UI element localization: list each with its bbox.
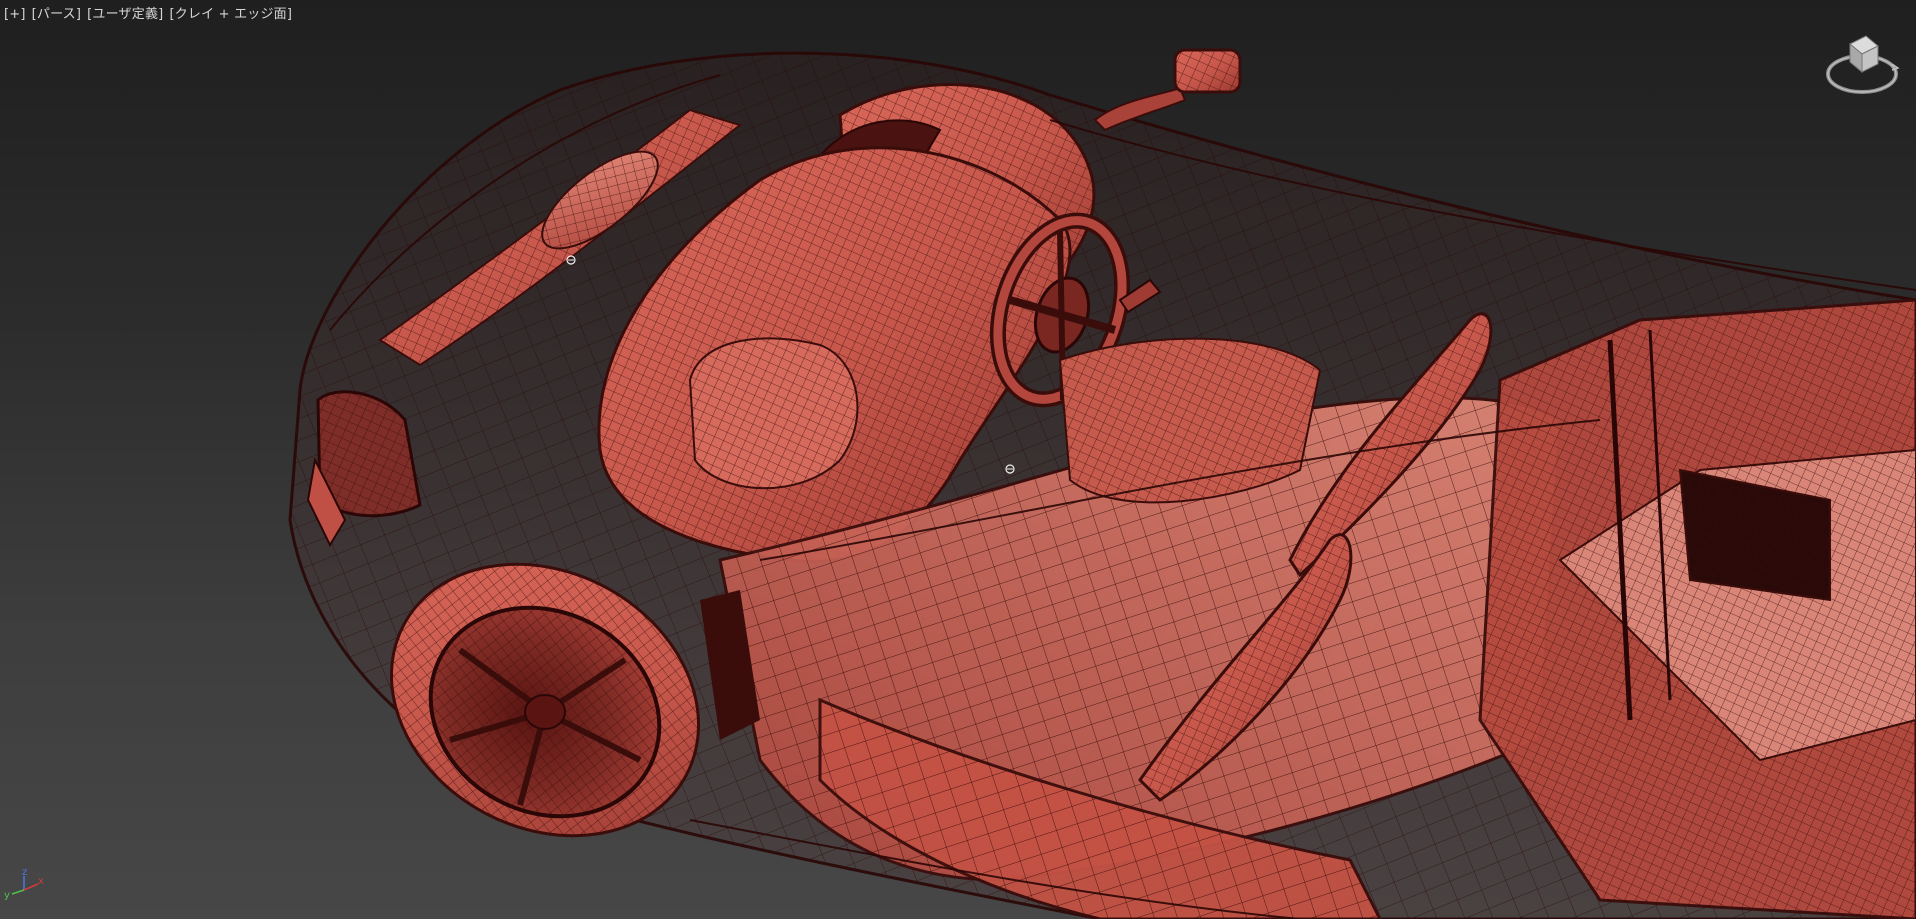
viewport-display-mode-menu[interactable]: [クレイ + エッジ面] <box>169 7 292 23</box>
viewport-shading-preset-menu[interactable]: [ユーザ定義] <box>87 7 163 23</box>
side-mirror <box>1093 48 1242 132</box>
y-axis-label: y <box>4 890 10 901</box>
axis-tripod-icon: z x y <box>4 867 44 901</box>
viewcube-icon[interactable] <box>1822 28 1900 98</box>
gizmo-pivot-icon[interactable] <box>565 254 577 266</box>
viewport-view-menu[interactable]: [パース] <box>32 7 82 23</box>
viewport-plus-menu[interactable]: [+] <box>4 7 26 23</box>
car-wireframe-model[interactable] <box>0 0 1916 919</box>
x-axis-line <box>23 883 39 891</box>
viewport-label-menu: [+] [パース] [ユーザ定義] [クレイ + エッジ面] <box>4 7 292 23</box>
z-axis-label: z <box>22 867 27 878</box>
gizmo-pivot-icon[interactable] <box>1004 463 1016 475</box>
perspective-viewport[interactable]: [+] [パース] [ユーザ定義] [クレイ + エッジ面] z x y <box>0 0 1916 919</box>
y-axis-line <box>11 889 25 895</box>
x-axis-label: x <box>38 876 44 887</box>
